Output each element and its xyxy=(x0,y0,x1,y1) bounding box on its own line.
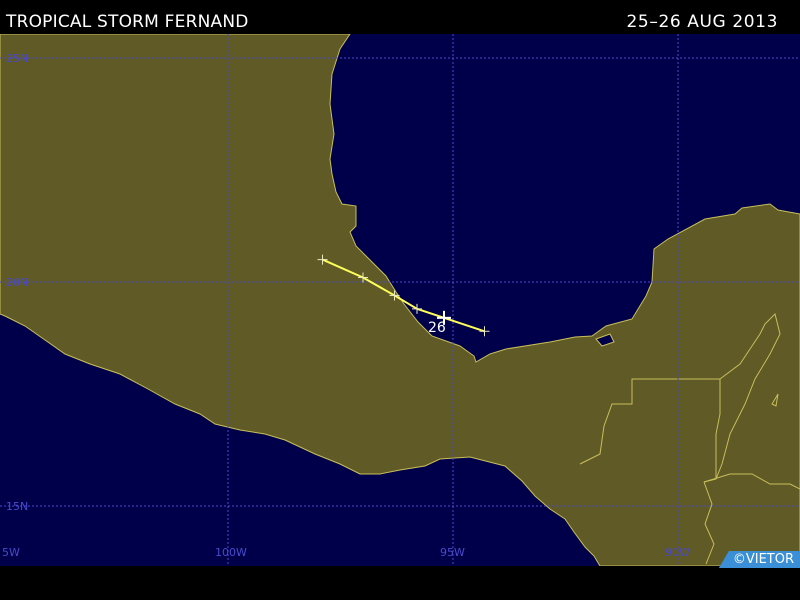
lat-label-25n: 25N xyxy=(6,52,28,65)
lon-label-90w: 90W xyxy=(665,546,690,559)
lon-label-105w: 5W xyxy=(2,546,20,559)
credit-badge: ©VIETOR xyxy=(718,551,800,568)
storm-title: TROPICAL STORM FERNAND xyxy=(6,12,249,32)
date-range: 25–26 AUG 2013 xyxy=(626,12,778,32)
lon-label-100w: 100W xyxy=(215,546,247,559)
lon-label-95w: 95W xyxy=(440,546,465,559)
storm-track-map: 25N 20N 15N 5W 100W 95W 90W 26 xyxy=(0,34,800,566)
lat-label-15n: 15N xyxy=(6,500,28,513)
day-label: 26 xyxy=(428,320,446,336)
lat-label-20n: 20N xyxy=(6,276,28,289)
